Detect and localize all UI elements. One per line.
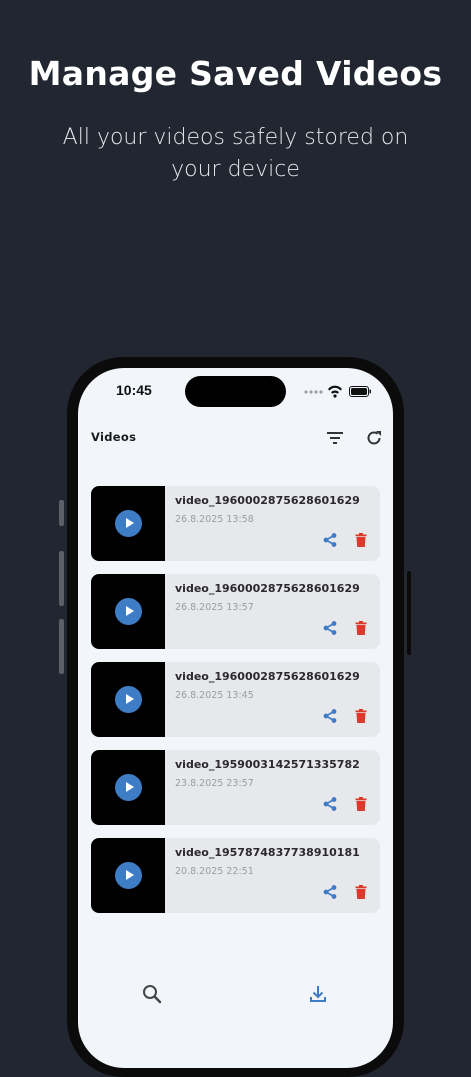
dynamic-island xyxy=(185,376,286,407)
video-date: 26.8.2025 13:58 xyxy=(175,514,254,525)
search-icon[interactable] xyxy=(141,983,163,1005)
phone-screen: 10:45 Videos video_1960002875628601629 2… xyxy=(78,368,393,1068)
share-icon[interactable] xyxy=(322,532,338,548)
delete-icon[interactable] xyxy=(353,532,369,548)
video-card[interactable]: video_1960002875628601629 26.8.2025 13:4… xyxy=(91,662,380,737)
video-thumbnail[interactable] xyxy=(91,574,165,649)
battery-icon xyxy=(349,386,371,397)
signal-dots-icon xyxy=(304,390,323,394)
video-name: video_1957874837738910181 xyxy=(175,846,360,859)
video-date: 26.8.2025 13:45 xyxy=(175,690,254,701)
play-icon[interactable] xyxy=(115,510,142,537)
video-name: video_1960002875628601629 xyxy=(175,582,360,595)
delete-icon[interactable] xyxy=(353,708,369,724)
share-icon[interactable] xyxy=(322,884,338,900)
video-name: video_1960002875628601629 xyxy=(175,670,360,683)
video-card[interactable]: video_1957874837738910181 20.8.2025 22:5… xyxy=(91,838,380,913)
filter-icon[interactable] xyxy=(325,428,345,448)
play-icon[interactable] xyxy=(115,598,142,625)
share-icon[interactable] xyxy=(322,708,338,724)
phone-power-button xyxy=(407,571,411,655)
share-icon[interactable] xyxy=(322,620,338,636)
status-icons xyxy=(304,385,371,398)
status-time: 10:45 xyxy=(116,382,152,398)
play-icon[interactable] xyxy=(115,774,142,801)
video-date: 26.8.2025 13:57 xyxy=(175,602,254,613)
video-thumbnail[interactable] xyxy=(91,486,165,561)
video-thumbnail[interactable] xyxy=(91,750,165,825)
delete-icon[interactable] xyxy=(353,884,369,900)
phone-volume-up-button xyxy=(59,551,64,606)
phone-action-button xyxy=(59,500,64,526)
video-name: video_1959003142571335782 xyxy=(175,758,360,771)
video-card[interactable]: video_1960002875628601629 26.8.2025 13:5… xyxy=(91,574,380,649)
share-icon[interactable] xyxy=(322,796,338,812)
video-name: video_1960002875628601629 xyxy=(175,494,360,507)
video-thumbnail[interactable] xyxy=(91,838,165,913)
play-icon[interactable] xyxy=(115,862,142,889)
video-thumbnail[interactable] xyxy=(91,662,165,737)
video-card[interactable]: video_1960002875628601629 26.8.2025 13:5… xyxy=(91,486,380,561)
download-icon[interactable] xyxy=(307,983,329,1005)
video-date: 23.8.2025 23:57 xyxy=(175,778,254,789)
page-title: Videos xyxy=(91,430,137,444)
refresh-icon[interactable] xyxy=(364,428,384,448)
video-date: 20.8.2025 22:51 xyxy=(175,866,254,877)
promo-headline: Manage Saved Videos xyxy=(28,54,443,93)
delete-icon[interactable] xyxy=(353,796,369,812)
play-icon[interactable] xyxy=(115,686,142,713)
wifi-icon xyxy=(328,385,342,398)
phone-volume-down-button xyxy=(59,619,64,674)
video-card[interactable]: video_1959003142571335782 23.8.2025 23:5… xyxy=(91,750,380,825)
delete-icon[interactable] xyxy=(353,620,369,636)
promo-subline: All your videos safely stored on your de… xyxy=(62,125,409,182)
video-list: video_1960002875628601629 26.8.2025 13:5… xyxy=(91,486,380,926)
